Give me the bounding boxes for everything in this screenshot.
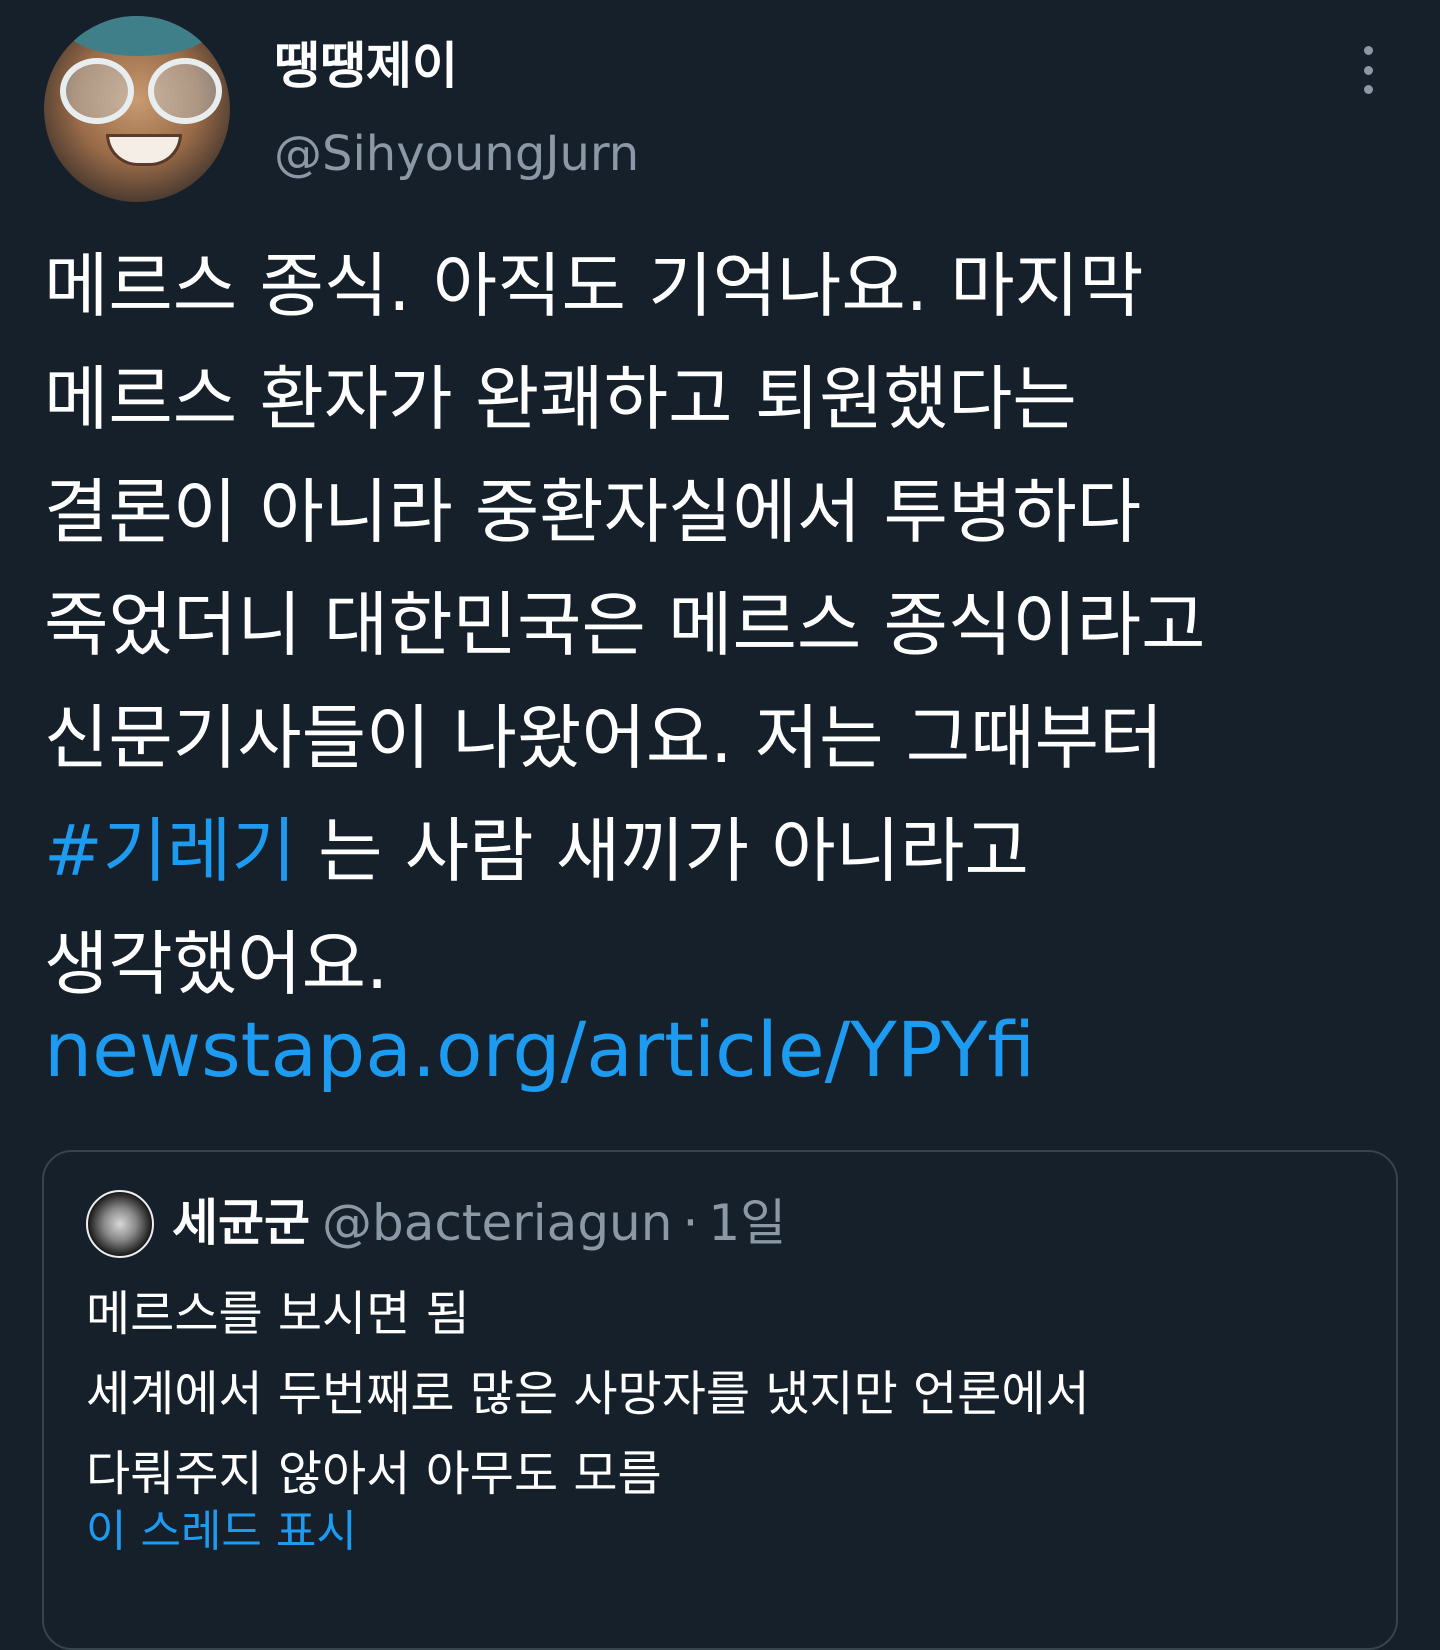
author-handle[interactable]: @SihyoungJurn	[274, 124, 639, 184]
quoted-author-avatar	[86, 1190, 154, 1258]
tweet: 땡땡제이 @SihyoungJurn 메르스 종식. 아직도 기억나요. 마지막…	[0, 0, 1440, 1650]
more-dot	[1363, 46, 1373, 55]
more-dot	[1363, 65, 1373, 75]
quoted-text-line: 메르스를 보시면 됨	[86, 1286, 470, 1342]
avatar-goggle-right	[148, 58, 222, 124]
quoted-text-line: 세계에서 두번째로 많은 사망자를 냈지만 언론에서	[86, 1366, 1090, 1422]
author-avatar[interactable]	[44, 16, 230, 202]
quoted-text: 메르스를 보시면 됨 세계에서 두번째로 많은 사망자를 냈지만 언론에서 다뤄…	[86, 1274, 1366, 1514]
quoted-display-name: 세균군	[172, 1194, 310, 1252]
quoted-header: 세균군 @bacteriagun · 1일	[172, 1188, 786, 1258]
hashtag-link[interactable]: #기레기	[44, 810, 296, 892]
tweet-text-line: 신문기사들이 나왔어요. 저는 그때부터	[44, 697, 1164, 779]
quoted-timestamp: 1일	[708, 1194, 787, 1252]
tweet-text-fragment: 는 사람 새끼가 아니라고	[295, 810, 1029, 892]
avatar-cap	[64, 16, 214, 56]
tweet-text: 메르스 종식. 아직도 기억나요. 마지막 메르스 환자가 완쾌하고 퇴원했다는…	[44, 230, 1414, 1021]
quoted-tweet[interactable]: 세균군 @bacteriagun · 1일 메르스를 보시면 됨 세계에서 두번째로 …	[42, 1150, 1398, 1650]
quoted-handle: @bacteriagun	[322, 1194, 673, 1252]
tweet-text-line-hashtag: #기레기 는 사람 새끼가 아니라고	[44, 795, 1414, 908]
avatar-smile	[106, 134, 182, 166]
tweet-text-line: 죽었더니 대한민국은 메르스 종식이라고	[44, 584, 1206, 666]
more-dot	[1363, 85, 1373, 94]
tweet-text-line: 메르스 종식. 아직도 기억나요. 마지막	[44, 245, 1144, 327]
tweet-text-line: 결론이 아니라 중환자실에서 투병하다	[44, 471, 1142, 553]
quoted-separator: ·	[682, 1194, 699, 1252]
avatar-goggle-left	[60, 58, 134, 124]
article-link[interactable]: newstapa.org/article/YPYfi	[44, 1000, 1035, 1100]
show-thread-link[interactable]: 이 스레드 표시	[86, 1502, 357, 1562]
tweet-text-line: 메르스 환자가 완쾌하고 퇴원했다는	[44, 358, 1077, 440]
author-display-name[interactable]: 땡땡제이	[274, 34, 458, 98]
more-options-icon[interactable]	[1348, 46, 1388, 94]
